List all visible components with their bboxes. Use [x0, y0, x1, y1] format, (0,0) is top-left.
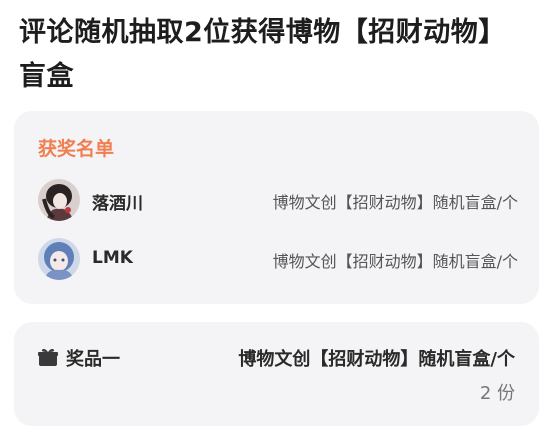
winners-heading: 获奖名单 — [38, 138, 115, 160]
prize-quantity: 2 份 — [479, 383, 515, 404]
prize-name: 博物文创【招财动物】随机盲盒/个 — [238, 349, 515, 370]
prize-label: 奖品一 — [66, 349, 120, 370]
avatar[interactable] — [38, 179, 80, 221]
avatar[interactable] — [38, 238, 80, 280]
winner-prize: 博物文创【招财动物】随机盲盒/个 — [272, 252, 518, 271]
winner-name: 落酒川 — [92, 194, 143, 214]
winner-row: LMK 博物文创【招财动物】随机盲盒/个 — [38, 238, 518, 282]
page-title: 评论随机抽取2位获得博物【招财动物】盲盒 — [19, 17, 506, 92]
prize-card: 奖品一 博物文创【招财动物】随机盲盒/个 2 份 — [14, 322, 539, 426]
winners-card: 获奖名单 落酒川 博物文创【招财动物】随机盲盒/个 LMK 博物文创【招财动物】… — [14, 111, 539, 304]
winner-prize: 博物文创【招财动物】随机盲盒/个 — [272, 193, 518, 212]
winner-row: 落酒川 博物文创【招财动物】随机盲盒/个 — [38, 179, 518, 223]
winner-name: LMK — [92, 248, 133, 268]
gift-icon — [38, 347, 58, 367]
